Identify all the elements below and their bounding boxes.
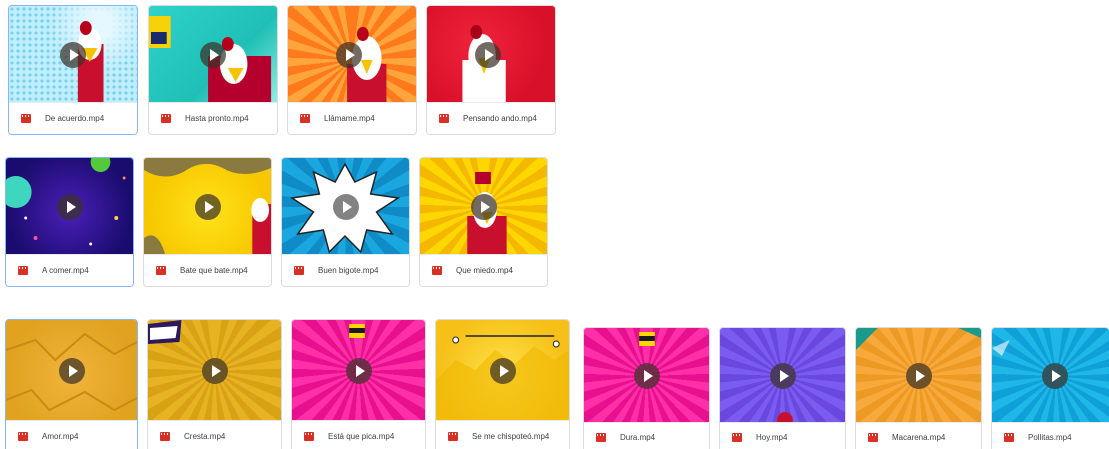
- play-icon[interactable]: [56, 194, 83, 220]
- play-icon[interactable]: [60, 42, 86, 68]
- play-icon[interactable]: [332, 194, 359, 220]
- play-icon[interactable]: [470, 194, 497, 220]
- video-thumbnail: [584, 328, 709, 424]
- video-file-icon: [868, 433, 878, 442]
- file-name-row: Se me chispoteó.mp4: [436, 420, 569, 449]
- file-card[interactable]: Macarena.mp4: [855, 327, 982, 449]
- video-thumbnail: [148, 320, 281, 422]
- video-thumbnail: [436, 320, 569, 422]
- file-name-row: Llámame.mp4: [288, 102, 416, 134]
- play-icon[interactable]: [475, 42, 502, 68]
- file-name-row: Hasta pronto.mp4: [149, 102, 277, 134]
- file-card[interactable]: Se me chispoteó.mp4: [435, 319, 570, 449]
- file-card[interactable]: Bate que bate.mp4: [143, 157, 272, 287]
- video-thumbnail: [420, 158, 547, 256]
- video-file-icon: [156, 266, 166, 275]
- file-name: Llámame.mp4: [324, 114, 375, 123]
- video-file-icon: [439, 114, 449, 123]
- video-thumbnail: [282, 158, 409, 256]
- file-name: De acuerdo.mp4: [45, 114, 105, 123]
- video-file-icon: [160, 432, 170, 441]
- file-name: Que miedo.mp4: [456, 266, 513, 275]
- video-thumbnail: [992, 328, 1109, 424]
- play-icon[interactable]: [336, 42, 363, 68]
- video-file-icon: [432, 266, 442, 275]
- file-name: Pollitas.mp4: [1028, 433, 1072, 442]
- video-thumbnail: [6, 158, 133, 256]
- play-icon[interactable]: [194, 194, 221, 220]
- file-name: Macarena.mp4: [892, 433, 946, 442]
- file-card[interactable]: A comer.mp4: [5, 157, 134, 287]
- file-name: Bate que bate.mp4: [180, 266, 248, 275]
- file-name-row: Cresta.mp4: [148, 420, 281, 449]
- file-name: Cresta.mp4: [184, 432, 226, 441]
- file-grid: De acuerdo.mp4 Hasta pronto.mp4 Llámame.…: [0, 0, 1109, 449]
- video-file-icon: [300, 114, 310, 123]
- video-thumbnail: [427, 6, 555, 104]
- file-card[interactable]: Pensando ando.mp4: [426, 5, 556, 135]
- file-card[interactable]: Que miedo.mp4: [419, 157, 548, 287]
- video-thumbnail: [856, 328, 981, 424]
- file-name-row: Buen bigote.mp4: [282, 254, 409, 286]
- video-thumbnail: [720, 328, 845, 424]
- video-file-icon: [732, 433, 742, 442]
- file-name-row: A comer.mp4: [6, 254, 133, 286]
- play-icon[interactable]: [633, 363, 660, 389]
- file-name: Hasta pronto.mp4: [185, 114, 249, 123]
- file-name-row: De acuerdo.mp4: [9, 102, 137, 134]
- play-icon[interactable]: [58, 358, 85, 384]
- file-name-row: Dura.mp4: [584, 422, 709, 449]
- video-file-icon: [304, 432, 314, 441]
- video-thumbnail: [149, 6, 277, 104]
- file-card[interactable]: Amor.mp4: [5, 319, 138, 449]
- video-file-icon: [1004, 433, 1014, 442]
- play-icon[interactable]: [201, 358, 228, 384]
- video-file-icon: [596, 433, 606, 442]
- file-card[interactable]: Dura.mp4: [583, 327, 710, 449]
- video-thumbnail: [144, 158, 271, 256]
- play-icon[interactable]: [489, 358, 516, 384]
- video-file-icon: [448, 432, 458, 441]
- video-file-icon: [18, 266, 28, 275]
- file-name-row: Pollitas.mp4: [992, 422, 1109, 449]
- file-name: Se me chispoteó.mp4: [472, 432, 550, 441]
- video-thumbnail: [288, 6, 416, 104]
- play-icon[interactable]: [200, 42, 226, 68]
- file-name: Hoy.mp4: [756, 433, 788, 442]
- file-card[interactable]: Pollitas.mp4: [991, 327, 1109, 449]
- file-name-row: Bate que bate.mp4: [144, 254, 271, 286]
- file-card[interactable]: De acuerdo.mp4: [8, 5, 138, 135]
- file-name-row: Amor.mp4: [6, 420, 137, 449]
- play-icon[interactable]: [769, 363, 796, 389]
- video-file-icon: [18, 432, 28, 441]
- file-name-row: Macarena.mp4: [856, 422, 981, 449]
- video-file-icon: [161, 114, 171, 123]
- file-name-row: Que miedo.mp4: [420, 254, 547, 286]
- file-name-row: Está que pica.mp4: [292, 420, 425, 449]
- file-name-row: Hoy.mp4: [720, 422, 845, 449]
- file-name: A comer.mp4: [42, 266, 89, 275]
- file-name: Buen bigote.mp4: [318, 266, 379, 275]
- file-name-row: Pensando ando.mp4: [427, 102, 555, 134]
- file-card[interactable]: Llámame.mp4: [287, 5, 417, 135]
- video-file-icon: [21, 114, 31, 123]
- file-name: Pensando ando.mp4: [463, 114, 537, 123]
- file-name: Dura.mp4: [620, 433, 656, 442]
- video-thumbnail: [292, 320, 425, 422]
- file-name: Está que pica.mp4: [328, 432, 395, 441]
- video-thumbnail: [9, 6, 137, 104]
- file-card[interactable]: Hoy.mp4: [719, 327, 846, 449]
- file-card[interactable]: Está que pica.mp4: [291, 319, 426, 449]
- play-icon[interactable]: [345, 358, 372, 384]
- file-name: Amor.mp4: [42, 432, 79, 441]
- file-card[interactable]: Hasta pronto.mp4: [148, 5, 278, 135]
- video-thumbnail: [6, 320, 137, 422]
- play-icon[interactable]: [1042, 363, 1069, 389]
- file-card[interactable]: Cresta.mp4: [147, 319, 282, 449]
- file-card[interactable]: Buen bigote.mp4: [281, 157, 410, 287]
- video-file-icon: [294, 266, 304, 275]
- play-icon[interactable]: [905, 363, 932, 389]
